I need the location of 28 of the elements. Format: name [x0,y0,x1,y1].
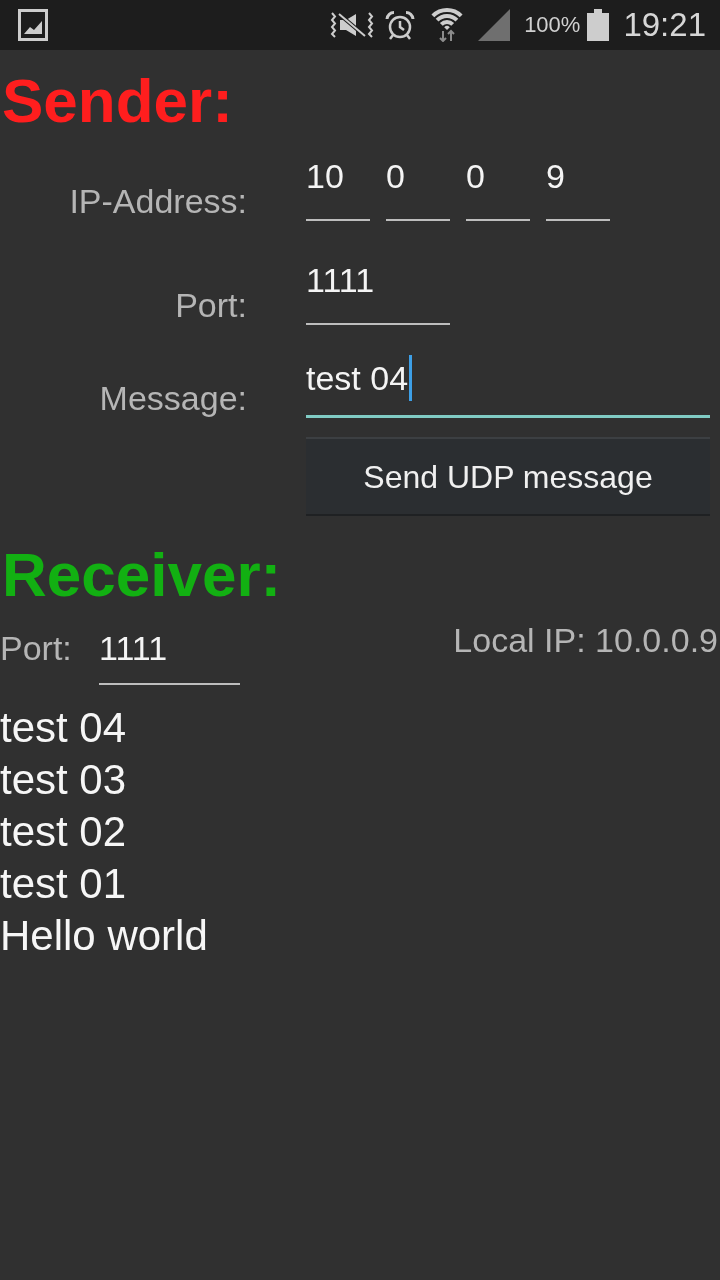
ip-octet-field[interactable]: 10 [306,148,370,221]
receiver-port-label: Port: [0,628,72,668]
ip-address-label: IP-Address: [69,181,247,221]
received-message: Hello world [0,911,208,961]
vibrate-mute-icon [329,12,376,38]
ip-octet-field[interactable]: 0 [386,148,450,221]
picture-icon [18,9,48,41]
received-message: test 03 [0,755,127,805]
clock-time: 19:21 [623,6,706,44]
alarm-clock-icon [385,10,416,40]
local-ip-text: Local IP: 10.0.0.9 [453,620,718,660]
message-label: Message: [99,378,247,418]
receiver-port-field[interactable]: 1111 [99,620,240,685]
receiver-heading: Receiver: [2,544,282,606]
battery-percentage: 100% [524,12,581,38]
received-message: test 04 [0,703,127,753]
ip-octet-field[interactable]: 0 [466,148,530,221]
send-udp-message-button[interactable]: Send UDP message [306,437,710,516]
received-message: test 02 [0,807,127,857]
received-message: test 01 [0,859,127,909]
text-cursor [409,354,413,401]
battery-icon [587,9,610,41]
ip-octet-field[interactable]: 9 [546,148,610,221]
port-field[interactable]: 1111 [306,252,450,325]
signal-icon [478,9,511,41]
message-field[interactable]: test 04 [306,345,710,418]
port-label: Port: [175,285,247,325]
sender-heading: Sender: [2,70,233,132]
